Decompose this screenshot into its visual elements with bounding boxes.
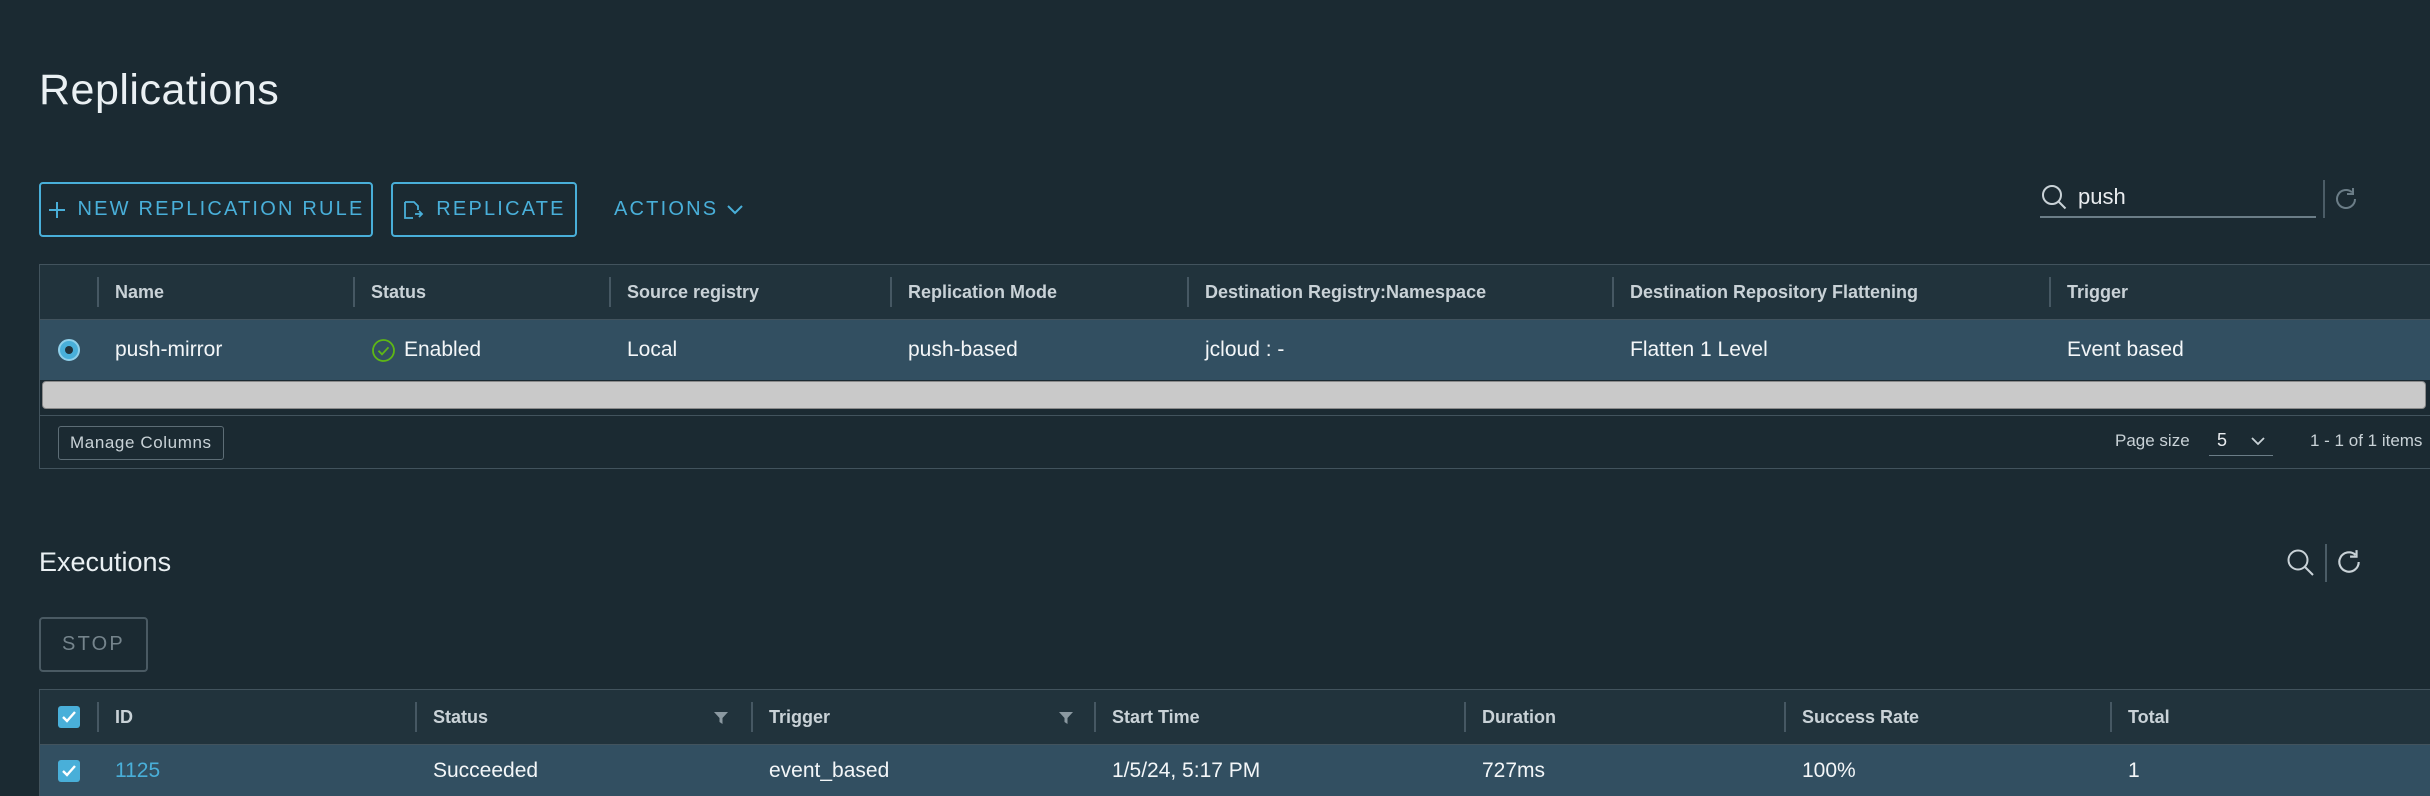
column-header-name[interactable]: Name bbox=[97, 265, 353, 319]
column-header-success-rate[interactable]: Success Rate bbox=[1784, 690, 2110, 744]
new-replication-rule-button[interactable]: NEW REPLICATION RULE bbox=[39, 182, 373, 237]
rule-source-registry: Local bbox=[627, 338, 678, 361]
stop-button[interactable]: STOP bbox=[39, 617, 148, 672]
column-header-status[interactable]: Status bbox=[415, 690, 751, 744]
execution-duration: 727ms bbox=[1482, 759, 1546, 782]
execution-success-rate: 100% bbox=[1802, 759, 1856, 782]
page-title: Replications bbox=[39, 66, 280, 114]
column-header-id[interactable]: ID bbox=[97, 690, 415, 744]
select-all-cell bbox=[40, 690, 97, 744]
column-header-trigger[interactable]: Trigger bbox=[751, 690, 1094, 744]
filter-icon[interactable] bbox=[713, 710, 729, 726]
rule-replication-mode: push-based bbox=[908, 338, 1018, 361]
column-header-source-registry[interactable]: Source registry bbox=[609, 265, 890, 319]
replicate-icon bbox=[404, 200, 424, 219]
search-input[interactable] bbox=[2076, 183, 2300, 211]
row-checkbox[interactable] bbox=[58, 760, 80, 782]
executions-title: Executions bbox=[39, 547, 172, 577]
column-header-trigger[interactable]: Trigger bbox=[2049, 265, 2430, 319]
rule-status: Enabled bbox=[353, 320, 609, 380]
select-column-header bbox=[40, 265, 97, 319]
executions-grid: ID Status Trigger Start Time Duration Su… bbox=[39, 689, 2430, 796]
execution-trigger: event_based bbox=[769, 759, 890, 782]
check-circle-icon bbox=[372, 338, 395, 362]
column-header-destination[interactable]: Destination Registry:Namespace bbox=[1187, 265, 1612, 319]
rule-row[interactable]: push-mirror Enabled Local push-based jcl… bbox=[40, 320, 2430, 380]
row-select-cell bbox=[40, 320, 97, 380]
execution-start-time: 1/5/24, 5:17 PM bbox=[1112, 759, 1261, 782]
rule-status-text: Enabled bbox=[404, 338, 482, 361]
rule-name: push-mirror bbox=[115, 338, 223, 361]
search-icon bbox=[2287, 549, 2314, 576]
replication-rules-grid: Name Status Source registry Replication … bbox=[39, 264, 2430, 469]
column-header-start-time[interactable]: Start Time bbox=[1094, 690, 1464, 744]
row-radio[interactable] bbox=[58, 339, 80, 361]
column-header-total[interactable]: Total bbox=[2110, 690, 2430, 744]
refresh-executions-button[interactable] bbox=[2332, 545, 2366, 579]
actions-label: ACTIONS bbox=[614, 198, 719, 220]
column-header-status[interactable]: Status bbox=[353, 265, 609, 319]
replications-page: Replications NEW REPLICATION RULE REPLIC… bbox=[0, 0, 2430, 796]
search-executions-button[interactable] bbox=[2283, 545, 2319, 581]
refresh-rules-button[interactable] bbox=[2330, 183, 2362, 215]
replicate-label: REPLICATE bbox=[436, 198, 566, 220]
execution-row[interactable]: 1125 Succeeded event_based 1/5/24, 5:17 … bbox=[40, 745, 2430, 796]
execution-total: 1 bbox=[2128, 759, 2140, 782]
rule-destination: jcloud : - bbox=[1205, 338, 1285, 361]
page-size-value: 5 bbox=[2217, 430, 2228, 450]
execution-status: Succeeded bbox=[433, 759, 539, 782]
chevron-down-icon bbox=[727, 204, 744, 214]
rule-trigger: Event based bbox=[2067, 338, 2184, 361]
horizontal-scrollbar[interactable] bbox=[42, 381, 2426, 409]
chevron-down-icon bbox=[2251, 436, 2265, 445]
column-header-replication-mode[interactable]: Replication Mode bbox=[890, 265, 1187, 319]
rule-flattening: Flatten 1 Level bbox=[1630, 338, 1768, 361]
column-header-flattening[interactable]: Destination Repository Flattening bbox=[1612, 265, 2049, 319]
rules-grid-header: Name Status Source registry Replication … bbox=[40, 265, 2430, 320]
search-icon bbox=[2042, 185, 2067, 210]
plus-icon bbox=[48, 201, 65, 218]
page-size-select[interactable]: 5 bbox=[2209, 426, 2273, 456]
refresh-icon bbox=[2338, 550, 2360, 573]
rules-grid-footer: Manage Columns Page size 5 1 - 1 of 1 it… bbox=[40, 415, 2430, 468]
page-size-label: Page size bbox=[2115, 431, 2190, 450]
toolbar-divider bbox=[2323, 180, 2325, 218]
filter-icon[interactable] bbox=[1058, 710, 1074, 726]
checkmark-icon bbox=[62, 711, 76, 723]
manage-columns-button[interactable]: Manage Columns bbox=[58, 426, 224, 460]
replicate-button[interactable]: REPLICATE bbox=[391, 182, 577, 237]
items-count: 1 - 1 of 1 items bbox=[2310, 431, 2423, 450]
column-header-duration[interactable]: Duration bbox=[1464, 690, 1784, 744]
execution-id-link[interactable]: 1125 bbox=[97, 745, 415, 796]
select-all-checkbox[interactable] bbox=[58, 706, 80, 728]
executions-grid-header: ID Status Trigger Start Time Duration Su… bbox=[40, 690, 2430, 745]
search-box bbox=[2040, 178, 2316, 218]
refresh-icon bbox=[2336, 188, 2356, 209]
checkmark-icon bbox=[62, 765, 76, 777]
new-replication-rule-label: NEW REPLICATION RULE bbox=[77, 198, 365, 220]
executions-toolbar-divider bbox=[2325, 544, 2327, 582]
actions-dropdown[interactable]: ACTIONS bbox=[614, 182, 744, 237]
row-select-cell bbox=[40, 745, 97, 796]
